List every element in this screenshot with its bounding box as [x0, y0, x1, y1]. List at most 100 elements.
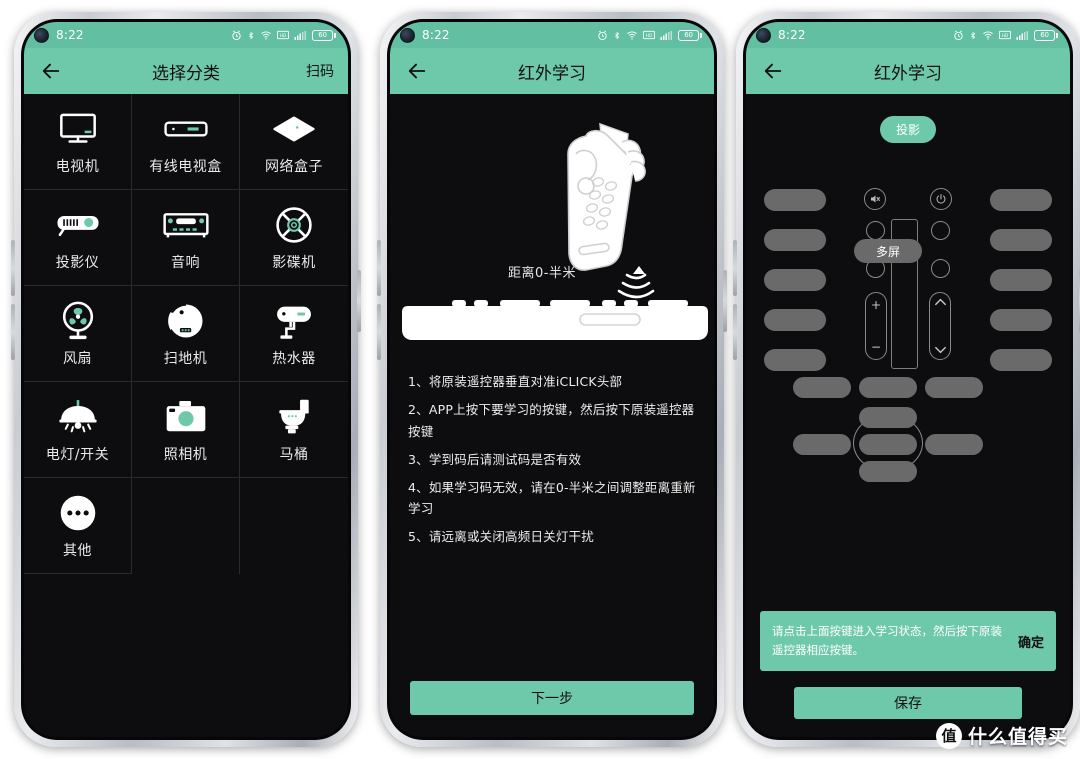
- remote-key-left-3[interactable]: [764, 269, 826, 291]
- category-label: 照相机: [163, 446, 208, 463]
- battery-icon: 60: [678, 29, 702, 41]
- dpad-up-button[interactable]: [859, 407, 917, 428]
- category-item-television[interactable]: 电视机: [24, 94, 132, 190]
- remote-key-left-1[interactable]: [764, 189, 826, 211]
- bluetooth-icon: [615, 31, 620, 39]
- toast-confirm-button[interactable]: 确定: [1018, 632, 1044, 651]
- back-button[interactable]: [404, 58, 430, 84]
- battery-icon: 60: [312, 29, 336, 41]
- category-label: 扫地机: [163, 350, 208, 367]
- multi-screen-button[interactable]: 多屏: [854, 239, 922, 263]
- instruction-step: 3、学到码后请测试码是否有效: [408, 451, 582, 467]
- next-step-button[interactable]: 下一步: [410, 681, 694, 715]
- cable-box-icon: [163, 108, 208, 150]
- volume-control[interactable]: + −: [865, 292, 887, 360]
- battery-level: 60: [1034, 29, 1055, 41]
- back-arrow-icon: [764, 63, 782, 79]
- category-item-audio[interactable]: 音响: [132, 190, 240, 286]
- remote-key-small-1[interactable]: [866, 221, 885, 240]
- save-button[interactable]: 保存: [794, 687, 1022, 719]
- category-grid: 电视机 有线电视盒 网络盒子 投影仪 音响 影碟机 风扇 扫地机 热水器 电灯/…: [24, 94, 348, 737]
- remote-key-right-2[interactable]: [990, 229, 1052, 251]
- category-label: 马桶: [279, 446, 309, 463]
- status-bar-time: 8:22: [422, 28, 450, 42]
- signal-icon: [294, 30, 306, 40]
- water-heater-icon: [272, 300, 316, 342]
- grid-empty-cell: [240, 478, 348, 574]
- volume-up-hardware-button[interactable]: [11, 240, 15, 296]
- status-bar: 8:22 HD 60: [746, 22, 1070, 48]
- category-item-camera[interactable]: 照相机: [132, 382, 240, 478]
- remote-key-right-3[interactable]: [990, 269, 1052, 291]
- back-button[interactable]: [760, 58, 786, 84]
- power-hardware-button[interactable]: [723, 270, 727, 332]
- volume-up-hardware-button[interactable]: [733, 240, 737, 296]
- category-label: 影碟机: [272, 254, 316, 271]
- category-item-toilet[interactable]: 马桶: [240, 382, 348, 478]
- category-item-fan[interactable]: 风扇: [24, 286, 132, 382]
- toast-message: 请点击上面按键进入学习状态，然后按下原装遥控器相应按键。: [772, 624, 1002, 658]
- iclick-device-icon: [402, 300, 708, 340]
- volume-up-hardware-button[interactable]: [377, 240, 381, 296]
- dpad-down-button[interactable]: [859, 461, 917, 482]
- status-bar-icons: HD 60: [953, 29, 1058, 41]
- category-item-water-heater[interactable]: 热水器: [240, 286, 348, 382]
- remote-key-lower-a3[interactable]: [925, 377, 983, 398]
- chevron-down-icon: [934, 346, 946, 354]
- power-hardware-button[interactable]: [357, 270, 361, 332]
- channel-control[interactable]: [929, 292, 951, 360]
- dpad-ok-button[interactable]: [859, 434, 917, 455]
- wifi-icon: [627, 30, 637, 40]
- dpad-left-button[interactable]: [793, 434, 851, 455]
- back-button[interactable]: [38, 58, 64, 84]
- category-item-cable-box[interactable]: 有线电视盒: [132, 94, 240, 190]
- dpad-right-button[interactable]: [925, 434, 983, 455]
- remote-key-left-5[interactable]: [764, 349, 826, 371]
- remote-key-right-4[interactable]: [990, 309, 1052, 331]
- status-bar-time: 8:22: [778, 28, 806, 42]
- category-item-dvd-player[interactable]: 影碟机: [240, 190, 348, 286]
- category-label: 其他: [63, 542, 92, 559]
- category-item-robot-vacuum[interactable]: 扫地机: [132, 286, 240, 382]
- remote-key-lower-a1[interactable]: [793, 377, 851, 398]
- volume-down-hardware-button[interactable]: [377, 304, 381, 360]
- status-bar-icons: HD 60: [597, 29, 702, 41]
- remote-key-lower-a2[interactable]: [859, 377, 917, 398]
- television-icon: [58, 108, 98, 150]
- category-item-other[interactable]: 其他: [24, 478, 132, 574]
- volume-down-hardware-button[interactable]: [733, 304, 737, 360]
- battery-level: 60: [678, 29, 699, 41]
- battery-level: 60: [312, 29, 333, 41]
- lamp-switch-icon: [56, 396, 100, 438]
- phone-1-screen: 8:22 HD 60 选择分类 扫码 电视机 有线电视盒 网络盒子 投影仪 音响…: [24, 22, 348, 737]
- volume-down-hardware-button[interactable]: [11, 304, 15, 360]
- camera-icon: [165, 396, 207, 438]
- category-item-lamp-switch[interactable]: 电灯/开关: [24, 382, 132, 478]
- status-bar-icons: HD 60: [231, 29, 336, 41]
- power-button[interactable]: [930, 188, 952, 210]
- volume-down-label: −: [870, 340, 882, 354]
- remote-key-small-2[interactable]: [931, 221, 950, 240]
- hd-icon: HD: [643, 30, 655, 40]
- category-item-network-box[interactable]: 网络盒子: [240, 94, 348, 190]
- phone-3-screen: 8:22 HD 60 红外学习 投影 多屏 + − 请点击上面按键进入学习状态，…: [746, 22, 1070, 737]
- remote-key-right-5[interactable]: [990, 349, 1052, 371]
- robot-vacuum-icon: [166, 300, 206, 342]
- alarm-icon: [232, 30, 241, 40]
- remote-editor-body: 投影 多屏 + − 请点击上面按键进入学习状态，然后按下原装遥控器相应按键。 确…: [746, 94, 1070, 737]
- remote-key-small-4[interactable]: [931, 259, 950, 278]
- hd-icon: HD: [999, 30, 1011, 40]
- instruction-steps: 1、将原装遥控器垂直对准iCLICK头部 2、APP上按下要学习的按键，然后按下…: [390, 349, 714, 554]
- scan-code-button[interactable]: 扫码: [306, 61, 334, 81]
- phone-1-appbar: 选择分类 扫码: [24, 48, 348, 94]
- mute-button[interactable]: [864, 188, 886, 210]
- ir-signal-icon: [617, 266, 655, 299]
- remote-key-left-2[interactable]: [764, 229, 826, 251]
- remote-key-right-1[interactable]: [990, 189, 1052, 211]
- svg-text:HD: HD: [1002, 33, 1008, 38]
- category-label: 电视机: [55, 158, 100, 175]
- category-item-projector[interactable]: 投影仪: [24, 190, 132, 286]
- device-type-chip[interactable]: 投影: [879, 116, 936, 143]
- remote-key-left-4[interactable]: [764, 309, 826, 331]
- svg-text:HD: HD: [646, 33, 652, 38]
